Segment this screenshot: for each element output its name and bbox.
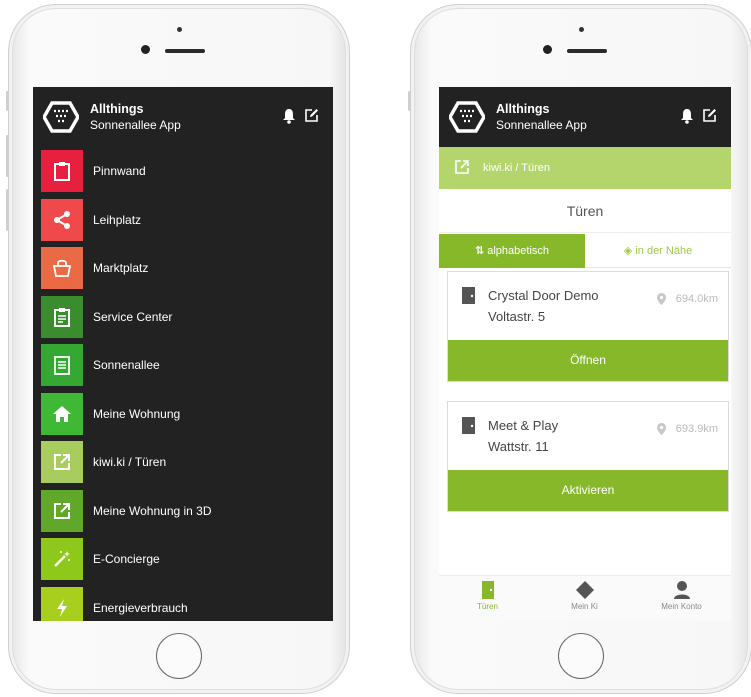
clipboard-check-icon <box>41 295 83 338</box>
sidebar-item-label: Marktplatz <box>93 261 149 275</box>
page-title: Türen <box>439 189 731 233</box>
edit-icon[interactable] <box>702 108 717 123</box>
home-icon <box>41 392 83 435</box>
magic-wand-icon <box>41 538 83 580</box>
door-name: Crystal Door Demo <box>488 288 599 303</box>
sensor-dot <box>579 27 584 32</box>
sidebar-item-label: Leihplatz <box>93 212 142 227</box>
tab-label: alphabetisch <box>487 245 550 257</box>
allthings-logo-icon <box>449 101 485 133</box>
sidebar-item-marktplatz[interactable]: Marktplatz <box>33 244 333 293</box>
map-pin-icon <box>657 293 666 305</box>
nav-tab-doors[interactable]: Türen <box>439 580 536 611</box>
front-camera <box>543 45 552 54</box>
sidebar-item-kiwi-tueren[interactable]: kiwi.ki / Türen <box>33 438 333 487</box>
mute-switch <box>6 91 9 111</box>
earpiece-speaker <box>567 49 607 53</box>
app-title: Allthings <box>496 102 550 116</box>
tab-nearby[interactable]: ◈ in der Nähe <box>585 234 731 268</box>
diamond-icon <box>575 581 594 599</box>
sidebar-item-label: Meine Wohnung in 3D <box>93 503 212 518</box>
edit-icon[interactable] <box>304 108 319 123</box>
sidebar-item-label: Sonnenallee <box>93 358 160 372</box>
sort-tabs: ⇅ alphabetisch ◈ in der Nähe <box>439 234 731 270</box>
door-distance: 694.0km <box>675 293 718 305</box>
share-icon <box>41 198 83 241</box>
bottom-navigation: Türen Mein Ki Mein Konto <box>439 575 731 621</box>
app-header: Allthings Sonnenallee App <box>439 87 731 147</box>
sidebar-item-label: E-Concierge <box>93 552 160 566</box>
location-target-icon: ◈ <box>623 245 633 257</box>
section-title: kiwi.ki / Türen <box>483 162 551 174</box>
sidebar-item-energieverbrauch[interactable]: Energieverbrauch <box>33 584 333 621</box>
app-subtitle: Sonnenallee App <box>90 118 181 132</box>
sidebar-item-leihplatz[interactable]: Leihplatz <box>33 196 333 245</box>
bell-icon[interactable] <box>680 108 694 124</box>
sidebar-item-pinnwand[interactable]: Pinnwand <box>33 147 333 196</box>
phone-left: Allthings Sonnenallee App Pinnwand Leihp… <box>6 4 350 694</box>
volume-up-button <box>6 135 9 177</box>
nav-tab-mein-ki[interactable]: Mein Ki <box>536 580 633 611</box>
sidebar-item-label: kiwi.ki / Türen <box>93 455 167 469</box>
door-street: Wattstr. 11 <box>488 439 549 454</box>
front-camera <box>141 45 150 54</box>
section-header: kiwi.ki / Türen <box>439 147 731 189</box>
sidebar-item-sonnenallee[interactable]: Sonnenallee <box>33 341 333 390</box>
open-door-button[interactable]: Öffnen <box>448 340 728 381</box>
door-icon <box>462 417 475 434</box>
external-link-icon <box>455 160 469 174</box>
sidebar-item-e-concierge[interactable]: E-Concierge <box>33 535 333 584</box>
bell-icon[interactable] <box>282 108 296 124</box>
sort-arrows-icon: ⇅ <box>474 245 485 257</box>
sidebar-item-service-center[interactable]: Service Center <box>33 293 333 342</box>
sidebar-item-label: Service Center <box>93 309 173 324</box>
activate-door-button[interactable]: Aktivieren <box>448 470 728 511</box>
sensor-dot <box>177 27 182 32</box>
sidebar-item-label: Energieverbrauch <box>93 600 188 615</box>
door-icon <box>462 287 475 304</box>
nav-tab-mein-konto[interactable]: Mein Konto <box>633 580 730 611</box>
nav-label: Mein Ki <box>571 602 598 611</box>
tab-alphabetical[interactable]: ⇅ alphabetisch <box>439 234 585 268</box>
phone-right: Allthings Sonnenallee App kiwi.ki / Türe… <box>408 4 751 694</box>
sidebar-item-label: Meine Wohnung <box>93 406 181 421</box>
clipboard-icon <box>41 150 83 192</box>
external-link-icon <box>41 441 83 483</box>
mute-switch <box>408 91 411 111</box>
door-card: Crystal Door Demo Voltastr. 5 694.0km Öf… <box>447 271 729 382</box>
sidebar-screen: Allthings Sonnenallee App Pinnwand Leihp… <box>33 87 333 621</box>
map-pin-icon <box>657 423 666 435</box>
app-header: Allthings Sonnenallee App <box>33 87 333 147</box>
door-name: Meet & Play <box>488 418 559 433</box>
door-icon <box>481 581 494 599</box>
sidebar-item-meine-wohnung-3d[interactable]: Meine Wohnung in 3D <box>33 487 333 536</box>
external-link-icon <box>41 489 83 532</box>
lightning-icon <box>41 586 83 621</box>
home-button[interactable] <box>558 633 604 679</box>
shopping-bag-icon <box>41 247 83 289</box>
app-title: Allthings <box>90 102 144 116</box>
volume-down-button <box>6 189 9 231</box>
door-distance: 693.9km <box>675 423 718 435</box>
user-icon <box>673 581 690 599</box>
document-icon <box>41 344 83 386</box>
home-button[interactable] <box>156 633 202 679</box>
nav-label: Mein Konto <box>661 602 702 611</box>
door-card: Meet & Play Wattstr. 11 693.9km Aktivier… <box>447 401 729 512</box>
sidebar-item-label: Pinnwand <box>93 164 146 178</box>
allthings-logo-icon <box>43 101 79 133</box>
door-street: Voltastr. 5 <box>488 309 546 324</box>
nav-label: Türen <box>477 602 498 611</box>
earpiece-speaker <box>165 49 205 53</box>
tab-label: in der Nähe <box>635 245 693 257</box>
sidebar-item-meine-wohnung[interactable]: Meine Wohnung <box>33 390 333 439</box>
doors-screen: Allthings Sonnenallee App kiwi.ki / Türe… <box>439 87 731 621</box>
app-subtitle: Sonnenallee App <box>496 118 587 132</box>
